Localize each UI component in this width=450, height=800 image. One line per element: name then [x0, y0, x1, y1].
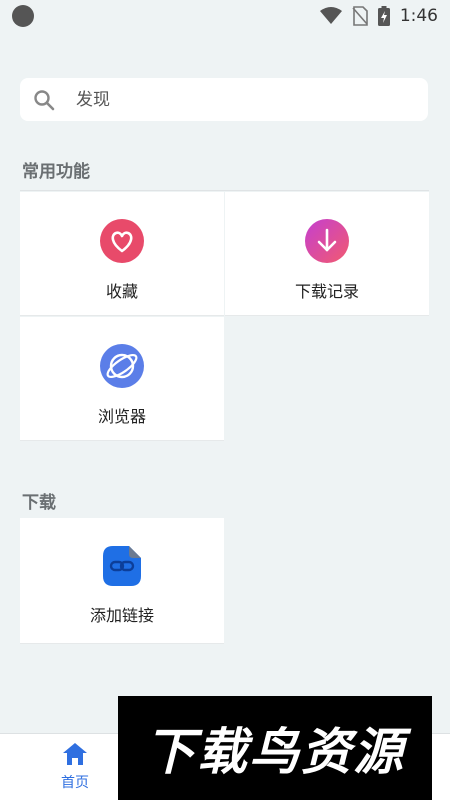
add-link-label: 添加链接 [89, 606, 154, 625]
download-grid: 添加链接 [20, 518, 429, 644]
nav-item-home[interactable]: 首页 [44, 742, 106, 792]
status-right: 1:46 [319, 6, 438, 26]
wifi-icon [319, 7, 342, 24]
heart-icon [100, 219, 144, 263]
section-title-download: 下载 [22, 493, 56, 513]
add-link-tile[interactable]: 添加链接 [20, 518, 224, 644]
search-icon [34, 89, 55, 110]
search-input[interactable] [76, 89, 376, 110]
nav-label-home: 首页 [61, 775, 89, 791]
favorites-tile[interactable]: 收藏 [20, 192, 224, 316]
status-bar: 1:46 [0, 0, 450, 32]
battery-charging-icon [377, 6, 390, 26]
link-folder-icon [103, 546, 141, 586]
watermark-text: 下载鸟资源 [145, 723, 405, 781]
status-left [12, 5, 34, 27]
browser-label: 浏览器 [97, 407, 146, 426]
search-box[interactable] [20, 78, 428, 121]
browser-tile[interactable]: 浏览器 [20, 317, 224, 441]
favorites-label: 收藏 [105, 282, 138, 301]
download-records-tile[interactable]: 下载记录 [225, 192, 429, 316]
notification-dot-icon [12, 5, 34, 27]
download-records-label: 下载记录 [294, 282, 359, 301]
section-title-common: 常用功能 [22, 162, 90, 182]
planet-icon [100, 344, 144, 388]
home-icon [63, 743, 87, 765]
no-sim-icon [352, 6, 368, 26]
download-icon [305, 219, 349, 263]
common-functions-grid: 收藏 下载记录 浏览器 [20, 190, 429, 441]
watermark: 下载鸟资源 [118, 696, 432, 800]
status-time: 1:46 [399, 6, 438, 26]
